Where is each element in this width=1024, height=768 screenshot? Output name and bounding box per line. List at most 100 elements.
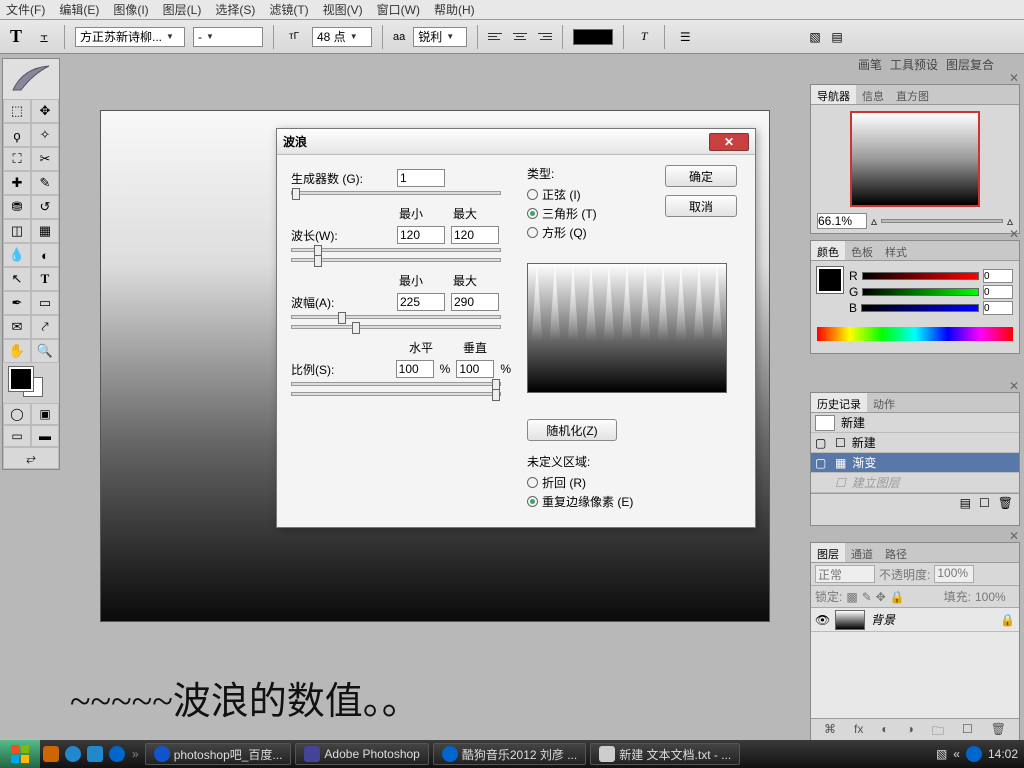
- close-icon[interactable]: ✕: [709, 133, 749, 151]
- panel-close-icon[interactable]: ✕: [1009, 529, 1019, 543]
- amplitude-max-input[interactable]: [451, 293, 499, 311]
- text-color-swatch[interactable]: [573, 29, 613, 45]
- hue-strip[interactable]: [817, 327, 1013, 341]
- marquee-tool-icon[interactable]: ⬚: [3, 99, 31, 123]
- wavelength-slider-max[interactable]: [291, 258, 501, 262]
- eyedropper-icon[interactable]: ⤤: [31, 315, 59, 339]
- panel-close-icon[interactable]: ✕: [1009, 227, 1019, 241]
- navigator-preview[interactable]: [850, 111, 980, 207]
- amplitude-slider-min[interactable]: [291, 315, 501, 319]
- imageready-icon[interactable]: ⥂: [3, 447, 59, 469]
- randomize-button[interactable]: 随机化(Z): [527, 419, 617, 441]
- blur-tool-icon[interactable]: 💧: [3, 243, 31, 267]
- tab-layer-comps[interactable]: 图层复合: [942, 54, 998, 74]
- history-step[interactable]: ▢☐新建: [811, 433, 1019, 453]
- menu-image[interactable]: 图像(I): [113, 1, 148, 18]
- tab-styles[interactable]: 样式: [879, 241, 913, 260]
- tab-actions[interactable]: 动作: [867, 393, 901, 412]
- menu-layer[interactable]: 图层(L): [163, 1, 202, 18]
- lock-trans-icon[interactable]: ▩: [846, 590, 857, 604]
- lasso-tool-icon[interactable]: ϙ: [3, 123, 31, 147]
- scale-slider-h[interactable]: [291, 382, 501, 386]
- color-picker[interactable]: [3, 363, 59, 403]
- wavelength-min-input[interactable]: [397, 226, 445, 244]
- color-fg-swatch[interactable]: [817, 267, 843, 293]
- gradient-tool-icon[interactable]: ▦: [31, 219, 59, 243]
- new-doc-from-state-icon[interactable]: ▤: [960, 496, 971, 510]
- lock-paint-icon[interactable]: ✎: [862, 590, 872, 604]
- workspace-icon[interactable]: ▤: [828, 28, 846, 46]
- align-left-icon[interactable]: [488, 29, 504, 45]
- radio-wrap[interactable]: 折回 (R): [527, 474, 633, 491]
- history-snapshot[interactable]: 新建: [811, 413, 1019, 433]
- zoom-input[interactable]: [817, 213, 867, 229]
- radio-triangle[interactable]: 三角形 (T): [527, 205, 637, 222]
- menu-window[interactable]: 窗口(W): [377, 1, 420, 18]
- slice-tool-icon[interactable]: ✂: [31, 147, 59, 171]
- scale-v-input[interactable]: [456, 360, 494, 378]
- menu-edit[interactable]: 编辑(E): [59, 1, 99, 18]
- pen-tool-icon[interactable]: ✒: [3, 291, 31, 315]
- zoom-slider[interactable]: [881, 219, 1003, 223]
- quick-launch-icon[interactable]: [109, 746, 125, 762]
- font-style-combo[interactable]: -▼: [193, 27, 263, 47]
- start-button[interactable]: [0, 740, 40, 768]
- eye-icon[interactable]: 👁: [815, 613, 829, 627]
- r-input[interactable]: [983, 269, 1013, 283]
- font-family-combo[interactable]: 方正苏新诗柳...▼: [75, 27, 185, 47]
- panel-close-icon[interactable]: ✕: [1009, 71, 1019, 85]
- shape-tool-icon[interactable]: ▭: [31, 291, 59, 315]
- tab-tool-presets[interactable]: 工具预设: [886, 54, 942, 74]
- dodge-tool-icon[interactable]: ◐: [31, 243, 59, 267]
- r-slider[interactable]: [862, 272, 979, 280]
- trash-icon[interactable]: 🗑: [998, 496, 1013, 510]
- tab-channels[interactable]: 通道: [845, 543, 879, 562]
- b-slider[interactable]: [861, 304, 979, 312]
- crop-tool-icon[interactable]: ⛶: [3, 147, 31, 171]
- layer-row-background[interactable]: 👁 背景 🔒: [811, 608, 1019, 632]
- amplitude-min-input[interactable]: [397, 293, 445, 311]
- blend-mode-combo[interactable]: 正常: [815, 565, 875, 583]
- history-brush-icon[interactable]: ↺: [31, 195, 59, 219]
- antialias-combo[interactable]: 锐利▼: [413, 27, 467, 47]
- taskbar-button[interactable]: photoshop吧_百度...: [145, 743, 292, 765]
- type-tool-icon[interactable]: T: [31, 267, 59, 291]
- brush-tool-icon[interactable]: ✎: [31, 171, 59, 195]
- wavelength-slider-min[interactable]: [291, 248, 501, 252]
- tab-histogram[interactable]: 直方图: [890, 85, 935, 104]
- menu-view[interactable]: 视图(V): [323, 1, 363, 18]
- menu-select[interactable]: 选择(S): [215, 1, 255, 18]
- zoom-tool-icon[interactable]: 🔍: [31, 339, 59, 363]
- fg-color-swatch[interactable]: [9, 367, 33, 391]
- clock[interactable]: 14:02: [988, 747, 1018, 761]
- radio-sine[interactable]: 正弦 (I): [527, 186, 637, 203]
- cancel-button[interactable]: 取消: [665, 195, 737, 217]
- text-orientation-icon[interactable]: ⫟: [34, 27, 54, 47]
- tray-icon[interactable]: [966, 746, 982, 762]
- align-right-icon[interactable]: [536, 29, 552, 45]
- tab-navigator[interactable]: 导航器: [811, 85, 856, 104]
- tab-paths[interactable]: 路径: [879, 543, 913, 562]
- history-step-current[interactable]: ▢▦渐变: [811, 453, 1019, 473]
- lock-all-icon[interactable]: 🔒: [890, 590, 905, 604]
- bridge-icon[interactable]: ▧: [806, 28, 824, 46]
- quick-launch-icon[interactable]: [87, 746, 103, 762]
- quickmask-icon[interactable]: ▣: [31, 403, 59, 425]
- radio-square[interactable]: 方形 (Q): [527, 224, 637, 241]
- taskbar-button[interactable]: Adobe Photoshop: [295, 743, 428, 765]
- lock-move-icon[interactable]: ✥: [876, 590, 886, 604]
- menu-file[interactable]: 文件(F): [6, 1, 45, 18]
- hand-tool-icon[interactable]: ✋: [3, 339, 31, 363]
- tray-arrow-icon[interactable]: «: [953, 747, 960, 761]
- ok-button[interactable]: 确定: [665, 165, 737, 187]
- scale-slider-v[interactable]: [291, 392, 501, 396]
- g-slider[interactable]: [862, 288, 979, 296]
- zoom-out-icon[interactable]: ▵: [871, 214, 877, 228]
- standard-mode-icon[interactable]: ◯: [3, 403, 31, 425]
- notes-tool-icon[interactable]: ✉: [3, 315, 31, 339]
- wand-tool-icon[interactable]: ✧: [31, 123, 59, 147]
- wavelength-max-input[interactable]: [451, 226, 499, 244]
- generators-slider[interactable]: [291, 191, 501, 195]
- heal-tool-icon[interactable]: ✚: [3, 171, 31, 195]
- align-center-icon[interactable]: [512, 29, 528, 45]
